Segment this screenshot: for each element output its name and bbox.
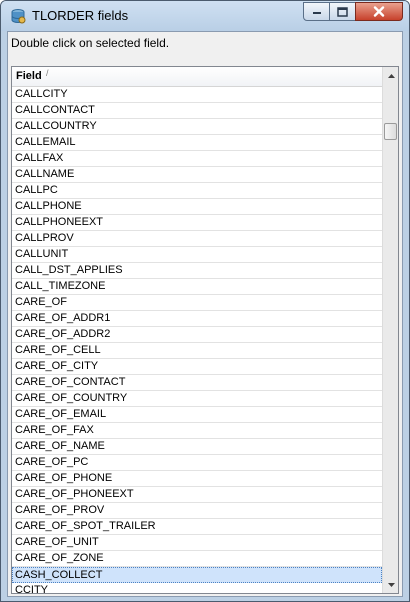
- field-row[interactable]: CARE_OF_UNIT: [12, 535, 382, 551]
- field-row[interactable]: CARE_OF: [12, 295, 382, 311]
- close-icon: [373, 6, 385, 17]
- title-bar[interactable]: TLORDER fields: [1, 1, 409, 31]
- field-row[interactable]: CALLCOUNTRY: [12, 119, 382, 135]
- field-row[interactable]: CALLPC: [12, 183, 382, 199]
- field-row[interactable]: CALL_TIMEZONE: [12, 279, 382, 295]
- fields-list: Field / CALLCITY CALLCONTACT CALLCOUNTRY CA…: [11, 66, 399, 594]
- field-row[interactable]: CARE_OF_CITY: [12, 359, 382, 375]
- field-row[interactable]: CALLFAX: [12, 151, 382, 167]
- vertical-scrollbar[interactable]: [382, 67, 398, 593]
- field-row[interactable]: CARE_OF_ADDR2: [12, 327, 382, 343]
- scroll-down-arrow-icon: [387, 582, 395, 587]
- scroll-up-arrow-icon: [387, 73, 395, 78]
- field-row[interactable]: CALLEMAIL: [12, 135, 382, 151]
- field-row[interactable]: CASH_COLLECT: [12, 567, 382, 583]
- maximize-icon: [337, 6, 348, 17]
- field-row[interactable]: CARE_OF_ADDR1: [12, 311, 382, 327]
- field-row[interactable]: CARE_OF_SPOT_TRAILER: [12, 519, 382, 535]
- field-row[interactable]: CARE_OF_PROV: [12, 503, 382, 519]
- field-row[interactable]: CARE_OF_CELL: [12, 343, 382, 359]
- field-row[interactable]: CALLPHONEEXT: [12, 215, 382, 231]
- instruction-text: Double click on selected field.: [11, 36, 170, 50]
- dialog-body: Double click on selected field. Field / …: [7, 31, 403, 597]
- field-row[interactable]: CALLCONTACT: [12, 103, 382, 119]
- field-row[interactable]: CARE_OF_EMAIL: [12, 407, 382, 423]
- field-row[interactable]: CALLPROV: [12, 231, 382, 247]
- scroll-down-button[interactable]: [383, 576, 398, 593]
- scroll-thumb[interactable]: [384, 123, 397, 140]
- field-row[interactable]: CALLCITY: [12, 87, 382, 103]
- field-rows: CALLCITY CALLCONTACT CALLCOUNTRY CALLEMAIL C…: [12, 87, 382, 593]
- field-row[interactable]: CARE_OF_ZONE: [12, 551, 382, 567]
- column-header-field[interactable]: Field /: [12, 67, 382, 87]
- fields-dialog-window: TLORDER fields Double click on selected …: [0, 0, 410, 602]
- field-row[interactable]: CALL_DST_APPLIES: [12, 263, 382, 279]
- scroll-up-button[interactable]: [383, 67, 398, 84]
- minimize-button[interactable]: [303, 2, 330, 21]
- maximize-button[interactable]: [329, 2, 356, 21]
- field-row[interactable]: CARE_OF_PHONE: [12, 471, 382, 487]
- app-icon: [11, 9, 26, 24]
- minimize-icon: [312, 11, 321, 14]
- field-row[interactable]: CARE_OF_CONTACT: [12, 375, 382, 391]
- column-header-label: Field: [16, 70, 42, 82]
- field-row[interactable]: CARE_OF_COUNTRY: [12, 391, 382, 407]
- field-row[interactable]: CARE_OF_PC: [12, 455, 382, 471]
- field-row[interactable]: CALLNAME: [12, 167, 382, 183]
- sort-indicator-icon: /: [46, 68, 49, 78]
- field-row[interactable]: CARE_OF_PHONEEXT: [12, 487, 382, 503]
- field-row[interactable]: CARE_OF_FAX: [12, 423, 382, 439]
- window-title: TLORDER fields: [32, 8, 129, 23]
- field-row[interactable]: CALLUNIT: [12, 247, 382, 263]
- close-button[interactable]: [355, 2, 403, 21]
- field-row[interactable]: CCITY: [12, 583, 382, 593]
- field-row[interactable]: CARE_OF_NAME: [12, 439, 382, 455]
- field-row[interactable]: CALLPHONE: [12, 199, 382, 215]
